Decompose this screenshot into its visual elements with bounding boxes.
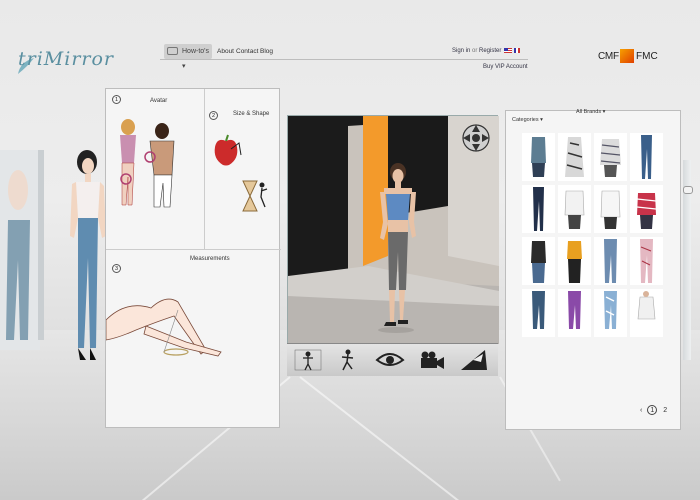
brand-dropdown[interactable]: All Brands ▾ bbox=[576, 109, 605, 115]
avatar-settings-panel: 1 Avatar 2 Size & Shape 3 Measurements bbox=[105, 88, 281, 429]
signin-link[interactable]: Sign in bbox=[452, 48, 470, 54]
step-number: 3 bbox=[112, 264, 121, 273]
viewport-toolbar bbox=[287, 343, 498, 376]
product-thumbnail[interactable] bbox=[594, 133, 627, 181]
pager-page-2[interactable]: 2 bbox=[663, 407, 667, 414]
howtos-button[interactable]: How-to's ▾ bbox=[164, 44, 212, 70]
product-thumbnail[interactable] bbox=[522, 289, 555, 337]
avatar-couple-illustration bbox=[120, 119, 175, 208]
nav-contact-link[interactable]: Contact bbox=[236, 48, 258, 55]
partner-logo-right: FMC bbox=[636, 51, 658, 62]
legs-measurement-illustration bbox=[106, 298, 222, 357]
background-model bbox=[70, 150, 106, 360]
product-thumbnail[interactable] bbox=[558, 185, 591, 233]
product-thumbnail[interactable] bbox=[630, 237, 663, 285]
pager-prev[interactable]: ‹ bbox=[640, 407, 642, 414]
partner-mark-icon bbox=[620, 49, 634, 63]
avatar-title: Avatar bbox=[150, 98, 168, 104]
apple-shape-icon bbox=[214, 134, 242, 166]
video-camera-icon bbox=[167, 47, 178, 55]
rotate-view-icon[interactable] bbox=[460, 122, 492, 154]
product-thumbnail[interactable] bbox=[630, 133, 663, 181]
pose-icon[interactable] bbox=[293, 348, 323, 372]
product-thumbnail[interactable] bbox=[522, 133, 555, 181]
brand-label: All Brands bbox=[576, 109, 602, 115]
product-grid bbox=[516, 123, 672, 337]
product-thumbnail[interactable] bbox=[594, 237, 627, 285]
nav-about-link[interactable]: About bbox=[217, 48, 234, 55]
product-thumbnail[interactable] bbox=[522, 185, 555, 233]
pagination: ‹ 1 2 bbox=[640, 405, 667, 415]
lighting-icon[interactable] bbox=[459, 348, 489, 372]
step-number: 1 bbox=[112, 95, 121, 104]
register-link[interactable]: Register bbox=[479, 48, 501, 54]
product-thumbnail[interactable] bbox=[630, 289, 663, 337]
fr-flag-icon[interactable] bbox=[514, 48, 520, 53]
chevron-down-icon: ▾ bbox=[601, 109, 606, 115]
clothing-catalog-panel: Categories ▾ All Brands ▾ ‹ 1 2 bbox=[505, 109, 681, 430]
product-thumbnail[interactable] bbox=[558, 237, 591, 285]
howtos-label: How-to's bbox=[182, 48, 210, 55]
top-nav: How-to's ▾ About Contact Blog Sign in or… bbox=[160, 44, 528, 72]
buy-vip-link[interactable]: Buy VIP Account bbox=[483, 64, 528, 70]
background-glass-left bbox=[38, 150, 44, 340]
page-stage: triMirror How-to's ▾ About Contact Blog … bbox=[0, 0, 700, 500]
product-thumbnail[interactable] bbox=[522, 237, 555, 285]
hourglass-shape-icon bbox=[242, 180, 268, 212]
panel-handle[interactable] bbox=[683, 186, 693, 194]
step-number: 2 bbox=[209, 111, 218, 120]
us-flag-icon[interactable] bbox=[504, 48, 512, 53]
or-text: or bbox=[472, 48, 478, 54]
measurements-title: Measurements bbox=[190, 256, 230, 262]
size-shape-title: Size & Shape bbox=[233, 111, 270, 117]
product-thumbnail[interactable] bbox=[630, 185, 663, 233]
walk-icon[interactable] bbox=[333, 348, 363, 372]
avatar-cell[interactable]: 1 Avatar bbox=[106, 89, 204, 249]
pager-page-1[interactable]: 1 bbox=[647, 405, 658, 415]
size-shape-cell[interactable]: 2 Size & Shape bbox=[205, 89, 281, 249]
avatar-viewport[interactable] bbox=[287, 115, 499, 376]
eye-icon[interactable] bbox=[375, 348, 405, 372]
measurements-cell[interactable]: 3 Measurements bbox=[106, 250, 281, 429]
chevron-down-icon: ▾ bbox=[182, 63, 186, 70]
product-thumbnail[interactable] bbox=[558, 133, 591, 181]
product-thumbnail[interactable] bbox=[558, 289, 591, 337]
camera-icon[interactable] bbox=[417, 348, 447, 372]
partner-logo-left: CMF bbox=[598, 51, 619, 62]
product-thumbnail[interactable] bbox=[594, 185, 627, 233]
background-figure-left bbox=[0, 150, 40, 350]
product-thumbnail[interactable] bbox=[594, 289, 627, 337]
nav-blog-link[interactable]: Blog bbox=[260, 48, 273, 55]
brand-logo[interactable]: triMirror bbox=[18, 48, 114, 70]
